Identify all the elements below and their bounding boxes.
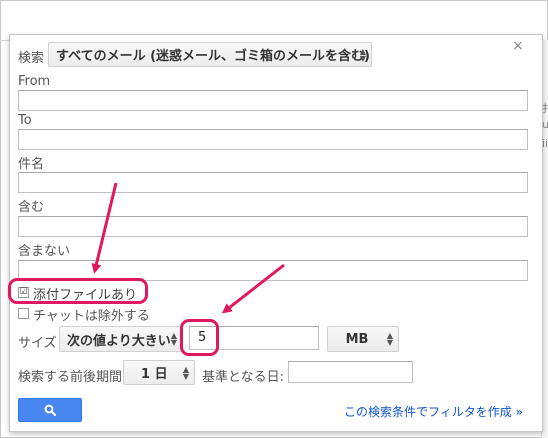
exclude-chats-label: チャットは除外する: [33, 309, 150, 324]
from-label: From: [18, 74, 51, 89]
exclude-chats-checkbox[interactable]: [18, 308, 29, 319]
has-words-input[interactable]: [18, 216, 528, 237]
create-filter-link[interactable]: この検索条件でフィルタを作成 »: [344, 403, 523, 420]
size-operator-select[interactable]: 次の値より大きい ▲ ▼: [59, 326, 183, 352]
date-within-select[interactable]: 1 日 ▲ ▼: [123, 360, 195, 385]
size-label: サイズ: [18, 336, 57, 351]
size-unit-value: MB: [345, 331, 369, 347]
close-icon[interactable]: ×: [512, 38, 524, 54]
size-unit-select[interactable]: MB ▲ ▼: [327, 326, 399, 352]
subject-label: 件名: [18, 157, 45, 172]
select-arrows-icon: ▲ ▼: [386, 331, 393, 347]
size-operator-value: 次の値より大きい: [67, 333, 171, 349]
search-in-value: すべてのメール (迷惑メール、ゴミ箱のメールを含む): [56, 49, 370, 64]
search-icon: [44, 404, 56, 416]
attachment-highlight: [8, 278, 148, 304]
select-arrows-icon: ▲ ▼: [359, 46, 366, 63]
search-in-select[interactable]: すべてのメール (迷惑メール、ゴミ箱のメールを含む) ▲ ▼: [48, 42, 372, 67]
search-button[interactable]: [18, 398, 82, 422]
date-within-label: 検索する前後期間: [18, 370, 123, 385]
to-label: To: [18, 113, 32, 128]
select-arrows-icon: ▲ ▼: [170, 331, 177, 347]
size-value-highlight: [180, 319, 219, 356]
of-date-label: 基準となる日:: [202, 370, 284, 385]
to-input[interactable]: [18, 129, 528, 150]
subject-input[interactable]: [18, 172, 528, 193]
has-words-label: 含む: [18, 200, 45, 215]
doesnt-have-label: 含まない: [18, 244, 71, 259]
date-within-value: 1 日: [141, 367, 168, 382]
select-arrows-icon: ▲ ▼: [182, 364, 189, 381]
from-input[interactable]: [18, 90, 528, 111]
search-in-label: 検索: [18, 51, 45, 66]
of-date-input[interactable]: [288, 361, 413, 383]
